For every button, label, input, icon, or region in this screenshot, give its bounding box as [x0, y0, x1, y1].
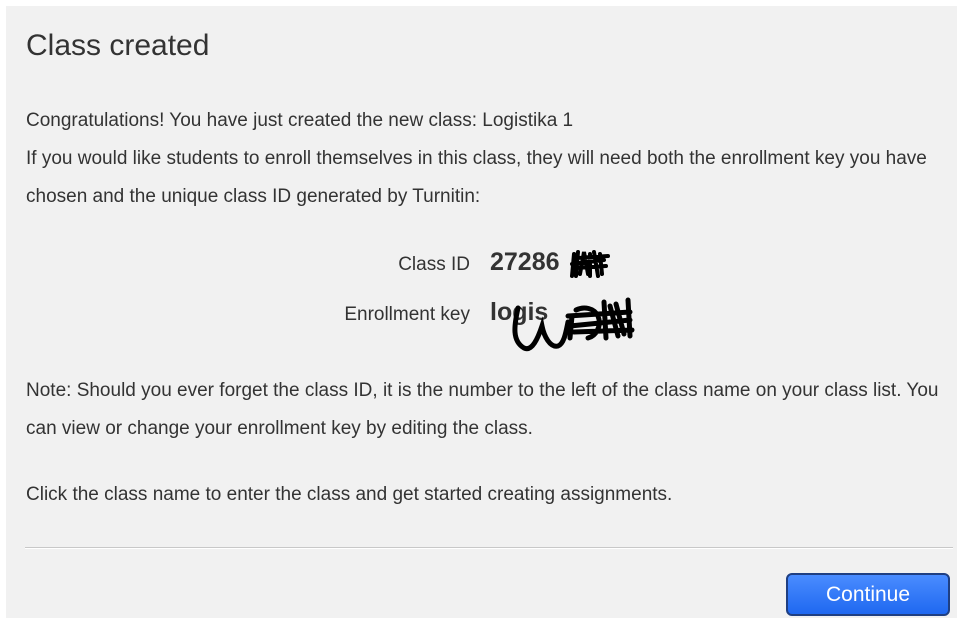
note-text: Note: Should you ever forget the class I… [26, 380, 939, 439]
class-created-dialog: Class created Congratulations! You have … [6, 6, 957, 618]
enrollment-key-value: logis [490, 298, 549, 326]
enrollment-key-row: Enrollment key logis [6, 296, 957, 352]
class-id-label: Class ID [398, 254, 470, 275]
continue-button[interactable]: Continue [786, 573, 950, 616]
class-id-value: 27286 [490, 248, 560, 276]
enrollment-key-label: Enrollment key [344, 304, 470, 325]
class-id-redaction [570, 250, 610, 278]
divider [25, 547, 953, 549]
congratulations-line: Congratulations! You have just created t… [26, 110, 574, 131]
dialog-title: Class created [26, 29, 210, 62]
class-id-row: Class ID 27286 [6, 246, 957, 282]
intro-text: Congratulations! You have just created t… [26, 102, 941, 216]
instruction-text: Click the class name to enter the class … [26, 484, 673, 505]
enroll-instructions-line: If you would like students to enroll the… [26, 148, 927, 207]
